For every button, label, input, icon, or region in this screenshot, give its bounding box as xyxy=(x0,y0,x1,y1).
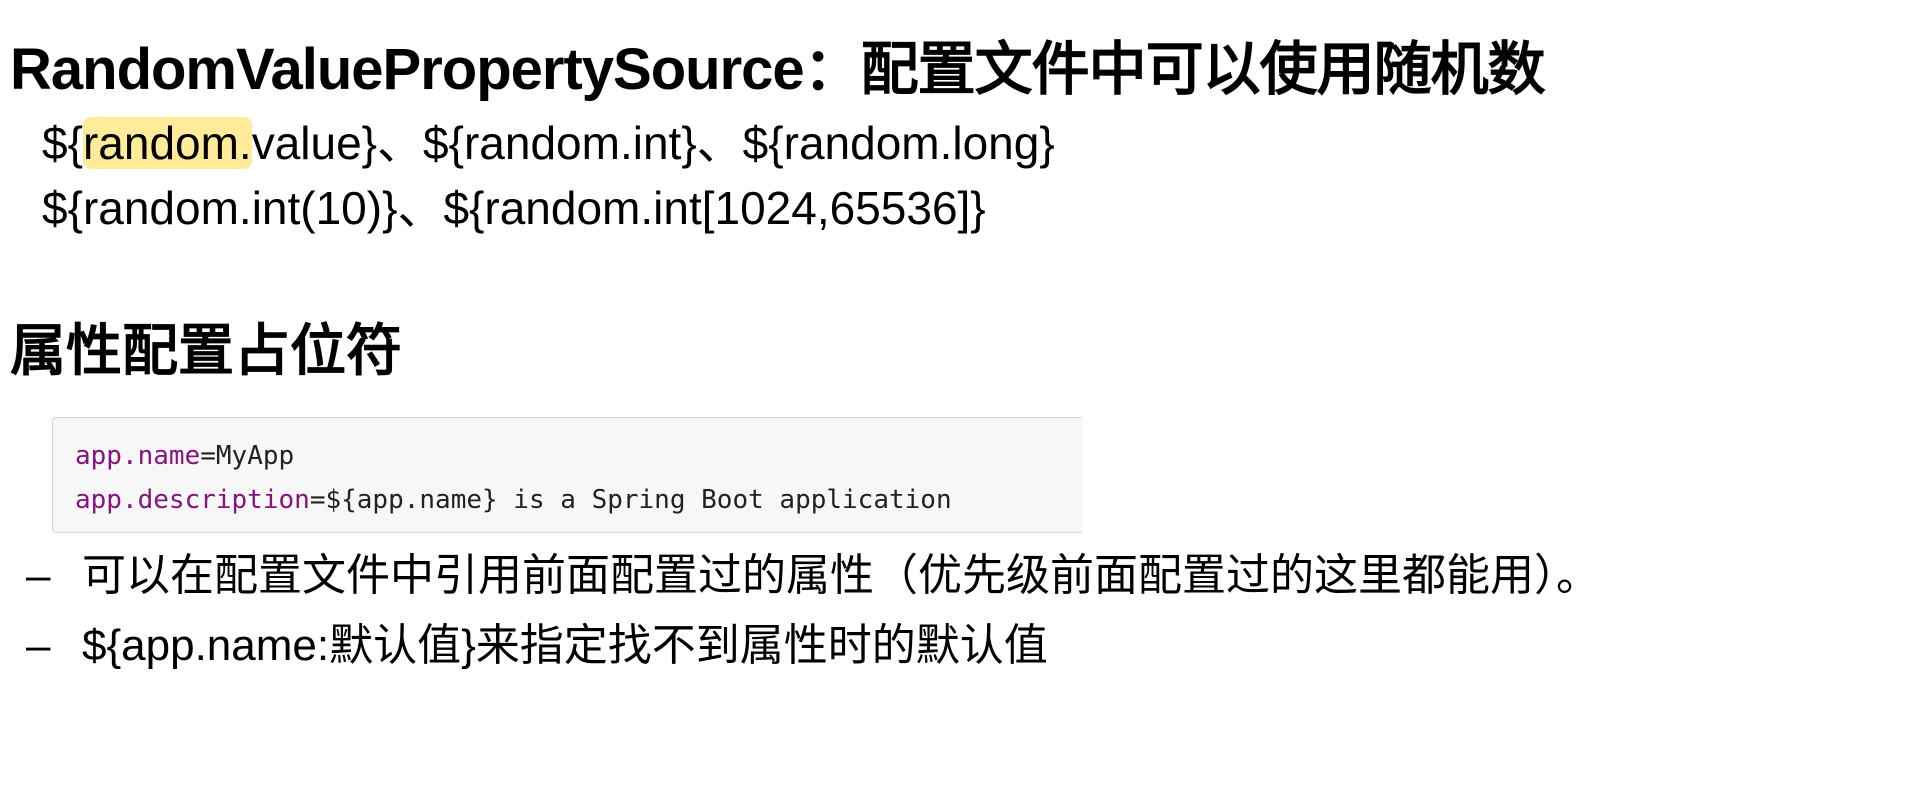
code-value: =${app.name} is a Spring Boot applicatio… xyxy=(309,485,952,515)
random-examples-line-2: ${random.int(10)}、${random.int[1024,6553… xyxy=(42,182,986,234)
random-examples-line-1: ${random.value}、${random.int}、${random.l… xyxy=(42,115,1055,171)
dash-icon: – xyxy=(26,551,51,600)
dash-icon: – xyxy=(26,621,51,670)
code-key: app.description xyxy=(75,485,310,515)
code-key: app.name xyxy=(75,441,201,471)
code-value: =MyApp xyxy=(200,441,295,471)
section-heading: 属性配置占位符 xyxy=(10,319,402,382)
bullet-item: – 可以在配置文件中引用前面配置过的属性（优先级前面配置过的这里都能用）。 xyxy=(26,548,1600,604)
bullet-item: – ${app.name:默认值}来指定找不到属性时的默认值 xyxy=(26,618,1048,674)
page-title: RandomValuePropertySource：配置文件中可以使用随机数 xyxy=(10,37,1546,102)
code-line-1: app.name=MyApp xyxy=(75,439,294,473)
highlighted-text: random. xyxy=(82,117,252,169)
bullet-text: 可以在配置文件中引用前面配置过的属性（优先级前面配置过的这里都能用）。 xyxy=(82,551,1600,600)
line-prefix: ${ xyxy=(42,117,83,169)
line-rest: value}、${random.int}、${random.long} xyxy=(251,117,1055,169)
code-block: app.name=MyApp app.description=${app.nam… xyxy=(52,417,1082,533)
bullet-text: ${app.name:默认值}来指定找不到属性时的默认值 xyxy=(82,621,1048,670)
code-line-2: app.description=${app.name} is a Spring … xyxy=(75,483,952,517)
